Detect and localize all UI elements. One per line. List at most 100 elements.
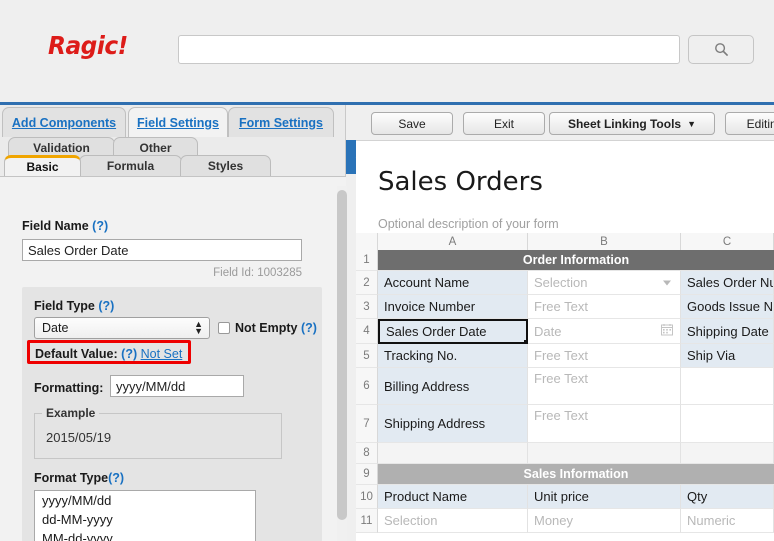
field-input-tracking-no[interactable]: Free Text: [528, 344, 681, 368]
tab-label: Other: [139, 141, 172, 155]
tab-formula[interactable]: Formula: [79, 155, 182, 176]
field-cell-row7-c[interactable]: [681, 405, 774, 443]
default-value-help-icon[interactable]: (?): [121, 347, 137, 361]
row-number[interactable]: 11: [356, 509, 378, 533]
top-header: Ragic!: [0, 0, 774, 69]
left-settings-panel: Add Components Field Settings Form Setti…: [0, 105, 346, 541]
form-designer-panel: Save Exit Sheet Linking Tools ▼ Editing …: [356, 105, 774, 541]
row-number[interactable]: 2: [356, 271, 378, 295]
table-row: 9 Sales Information: [356, 464, 774, 485]
tab-label: Add Components: [11, 115, 117, 130]
field-cell-shipping-date[interactable]: Shipping Date: [681, 319, 774, 344]
row-number[interactable]: 10: [356, 485, 378, 509]
field-cell-product-name[interactable]: Product Name: [378, 485, 528, 509]
field-type-label: Field Type (?): [34, 299, 115, 313]
exit-button[interactable]: Exit: [463, 112, 545, 135]
field-name-label: Field Name (?): [22, 219, 109, 233]
field-cell-shipping-address[interactable]: Shipping Address: [378, 405, 528, 443]
field-cell-row8-a[interactable]: [378, 443, 528, 464]
tab-label: Validation: [33, 141, 90, 155]
column-header-a[interactable]: A: [378, 233, 528, 250]
section-header-order-information[interactable]: Order Information: [378, 250, 774, 271]
panel-tertiary-tabs: Basic Formula Styles: [0, 155, 346, 176]
not-empty-label: Not Empty (?): [235, 321, 317, 335]
app-root: Ragic! Start Sales Order & Billing Purch…: [0, 0, 774, 541]
table-row: 11 Selection Money Numeric: [356, 509, 774, 533]
tab-styles[interactable]: Styles: [180, 155, 271, 176]
ragic-logo[interactable]: Ragic!: [48, 31, 128, 60]
field-cell-billing-address[interactable]: Billing Address: [378, 368, 528, 405]
row-number[interactable]: 6: [356, 368, 378, 405]
table-row: 2 Account Name Selection Sales Order Nu: [356, 271, 774, 295]
save-button[interactable]: Save: [371, 112, 453, 135]
select-updown-icon: ▲ ▼: [194, 319, 203, 336]
table-row: 5 Tracking No. Free Text Ship Via: [356, 344, 774, 368]
field-cell-qty[interactable]: Qty: [681, 485, 774, 509]
field-name-help-icon[interactable]: (?): [92, 219, 108, 233]
left-panel-scrollbar-thumb[interactable]: [337, 190, 347, 520]
search-button[interactable]: [688, 35, 754, 64]
field-cell-row8-b[interactable]: [528, 443, 681, 464]
tab-label: Styles: [207, 159, 244, 173]
tab-add-components[interactable]: Add Components: [2, 107, 126, 137]
field-input-sales-order-date[interactable]: Date: [528, 319, 681, 344]
tab-form-settings[interactable]: Form Settings: [228, 107, 334, 137]
field-input-qty[interactable]: Numeric: [681, 509, 774, 533]
caret-down-icon: ▼: [687, 118, 697, 129]
default-value-link[interactable]: Not Set: [141, 347, 183, 361]
tab-field-settings[interactable]: Field Settings: [128, 107, 228, 137]
table-row: 3 Invoice Number Free Text Goods Issue N…: [356, 295, 774, 319]
sheet-linking-tools-button[interactable]: Sheet Linking Tools ▼: [549, 112, 715, 135]
field-cell-tracking-no[interactable]: Tracking No.: [378, 344, 528, 368]
list-item[interactable]: dd-MM-yyyy: [35, 510, 255, 529]
field-cell-row8-c[interactable]: [681, 443, 774, 464]
field-type-select[interactable]: Date ▲ ▼: [34, 317, 210, 339]
field-input-account-name[interactable]: Selection: [528, 271, 681, 295]
format-type-listbox[interactable]: yyyy/MM/dd dd-MM-yyyy MM-dd-yyyy dd/MM/y…: [34, 490, 256, 541]
row-number[interactable]: 5: [356, 344, 378, 368]
field-cell-goods-issue-number[interactable]: Goods Issue Nu: [681, 295, 774, 319]
field-cell-unit-price[interactable]: Unit price: [528, 485, 681, 509]
search-input[interactable]: [178, 35, 680, 64]
list-item[interactable]: MM-dd-yyyy: [35, 529, 255, 541]
field-cell-sales-order-number[interactable]: Sales Order Nu: [681, 271, 774, 295]
form-description: Optional description of your form: [378, 217, 559, 231]
not-empty-help-icon[interactable]: (?): [301, 321, 317, 335]
panel-primary-tabs: Add Components Field Settings Form Setti…: [0, 105, 346, 137]
field-input-product-name[interactable]: Selection: [378, 509, 528, 533]
formatting-input[interactable]: [110, 375, 244, 397]
field-input-unit-price[interactable]: Money: [528, 509, 681, 533]
field-cell-ship-via[interactable]: Ship Via: [681, 344, 774, 368]
field-cell-account-name[interactable]: Account Name: [378, 271, 528, 295]
column-header-b[interactable]: B: [528, 233, 681, 250]
row-number[interactable]: 4: [356, 319, 378, 344]
button-label: Editing: [746, 116, 774, 131]
field-input-billing-address[interactable]: Free Text: [528, 368, 681, 405]
row-number[interactable]: 9: [356, 464, 378, 485]
list-item[interactable]: yyyy/MM/dd: [35, 491, 255, 510]
field-type-help-icon[interactable]: (?): [98, 299, 114, 313]
selection-handle[interactable]: [524, 340, 526, 342]
row-number[interactable]: 8: [356, 443, 378, 464]
not-empty-checkbox[interactable]: [218, 322, 230, 334]
row-number[interactable]: 3: [356, 295, 378, 319]
table-row: 4 Sales Order Date Date Shipping Date: [356, 319, 774, 344]
column-header-c[interactable]: C: [681, 233, 774, 250]
field-name-input[interactable]: [22, 239, 302, 261]
row-number[interactable]: 1: [356, 250, 378, 271]
field-type-value: Date: [42, 321, 69, 335]
field-cell-sales-order-date-selected[interactable]: Sales Order Date: [378, 319, 528, 344]
calendar-icon: [661, 324, 673, 339]
row-number[interactable]: 7: [356, 405, 378, 443]
field-cell-row6-c[interactable]: [681, 368, 774, 405]
format-type-help-icon[interactable]: (?): [108, 471, 124, 485]
section-header-sales-information[interactable]: Sales Information: [378, 464, 774, 485]
field-cell-invoice-number[interactable]: Invoice Number: [378, 295, 528, 319]
field-input-shipping-address[interactable]: Free Text: [528, 405, 681, 443]
editing-button[interactable]: Editing: [725, 112, 774, 135]
tab-basic[interactable]: Basic: [4, 155, 81, 176]
page-title: Sales Orders: [378, 167, 543, 197]
tab-label: Form Settings: [238, 115, 324, 130]
field-input-invoice-number[interactable]: Free Text: [528, 295, 681, 319]
chevron-down-icon: [663, 280, 671, 285]
